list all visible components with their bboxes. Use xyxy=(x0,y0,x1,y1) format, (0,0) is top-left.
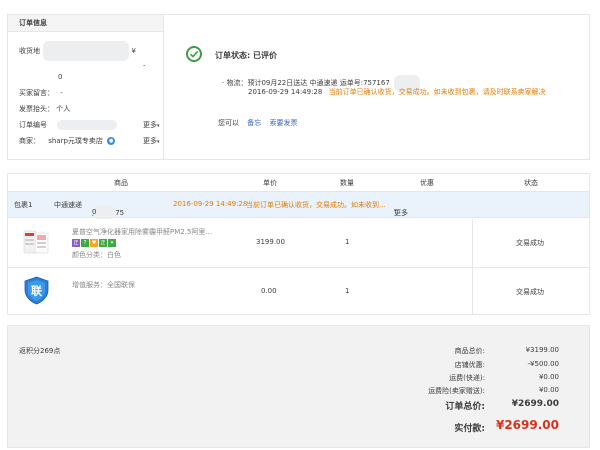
order-number-redacted xyxy=(57,120,118,130)
actions-row: 您可以 备忘 索要发票 xyxy=(218,118,297,128)
address-zero: 0 xyxy=(58,73,63,81)
buyer-message-label: 买家留言： xyxy=(19,89,54,97)
service-name: 增值服务：全国联保 xyxy=(72,281,135,289)
address-label: 收货地 xyxy=(19,47,40,55)
table-row: 联 增值服务：全国联保 0.00 1 交易成功 xyxy=(8,267,589,315)
seller-more-link[interactable]: 更多▾ xyxy=(143,136,160,146)
shop-discount-value: -¥500.00 xyxy=(527,360,559,368)
package-carrier: 中通速递 xyxy=(54,201,82,209)
logistics-notice: 当前订单已确认收货，交易成功。如未收到包裹，请及时联系卖家解决 xyxy=(328,88,546,96)
order-status-panel: 订单状态: 已评价 · 物流：预计09月22日送达 中通速递 运单号:75716… xyxy=(164,14,590,160)
product-thumbnail[interactable] xyxy=(21,227,52,258)
quantity: 1 xyxy=(345,238,350,246)
tag-authentic-icon: 正 xyxy=(72,239,80,247)
tag-genuine-icon: 正 xyxy=(99,239,107,247)
invoice-row: 发票抬头： 个人 xyxy=(19,104,70,114)
reward-points: 返积分269点 xyxy=(19,347,61,355)
seller-label: 商家： xyxy=(19,137,40,145)
warranty-shield-icon: 联 xyxy=(21,275,52,306)
col-header-discount: 优惠 xyxy=(420,179,434,187)
paid-amount-value: ¥2699.00 xyxy=(495,418,559,432)
trade-status: 交易成功 xyxy=(516,288,544,296)
unit-price: 0.00 xyxy=(261,287,277,295)
col-header-status: 状态 xyxy=(524,179,538,187)
tag-heart-icon: ♥ xyxy=(90,239,98,247)
shop-discount-label: 店铺优惠: xyxy=(454,361,485,369)
order-more-label: 更多 xyxy=(143,121,157,129)
seller-row: 商家： sharp元璞专卖店 ● xyxy=(19,136,116,146)
package-time: 2016-09-29 14:49:28 xyxy=(173,200,248,208)
shipping-label: 运费(快递): xyxy=(449,374,485,382)
logistics-text: · 物流：预计09月22日送达 中通速递 运单号:757167 xyxy=(222,79,390,87)
warranty-badge-label: 联 xyxy=(31,284,42,298)
col-header-price: 单价 xyxy=(263,179,277,187)
order-number-label: 订单编号 xyxy=(19,121,47,129)
address-row: 收货地 ¥ xyxy=(19,41,136,61)
logistics-time: 2016-09-29 14:49:28 xyxy=(248,88,323,96)
buyer-message-row: 买家留言： - xyxy=(19,88,63,98)
logistics-update: 2016-09-29 14:49:28 当前订单已确认收货，交易成功。如未收到包… xyxy=(248,87,546,97)
order-number-row: 订单编号 xyxy=(19,120,118,130)
order-totals-panel: 返积分269点 商品总价: ¥3199.00 店铺优惠: -¥500.00 运费… xyxy=(7,325,590,448)
shipping-insurance-value: ¥0.00 xyxy=(538,386,559,394)
you-can-label: 您可以 xyxy=(218,119,239,127)
quantity: 1 xyxy=(345,287,350,295)
invoice-label: 发票抬头： xyxy=(19,105,54,113)
order-status-title: 订单状态: 已评价 xyxy=(215,51,277,60)
shipping-value: ¥0.00 xyxy=(538,373,559,381)
tag-service-icon: ✦ xyxy=(108,239,116,247)
product-tags: 正 7 ♥ 正 ✦ xyxy=(72,238,117,247)
order-items-table: 商品 单价 数量 优惠 状态 包裹1 中通速递 运单号 750 2016-09-… xyxy=(7,173,590,315)
trade-status: 交易成功 xyxy=(516,239,544,247)
package-label: 包裹1 xyxy=(14,201,33,209)
product-name-link[interactable]: 夏普空气净化器家用除雾霾甲醛PM2.5阿里... xyxy=(72,227,212,237)
order-total-label: 订单总价: xyxy=(445,402,485,412)
package-tracking-tail: 0 xyxy=(92,208,97,216)
address-suffix: ¥ xyxy=(131,47,136,55)
buyer-message-value: - xyxy=(60,89,63,97)
chevron-down-icon: ▾ xyxy=(394,208,397,214)
chevron-down-icon: ▾ xyxy=(157,139,160,145)
col-header-product: 商品 xyxy=(114,179,128,187)
chevron-down-icon: ▾ xyxy=(157,123,160,129)
unit-price: 3199.00 xyxy=(256,238,285,246)
seller-more-label: 更多 xyxy=(143,137,157,145)
memo-link[interactable]: 备忘 xyxy=(247,119,261,127)
wangwang-chat-icon[interactable]: ● xyxy=(107,137,116,145)
table-row: 夏普空气净化器家用除雾霾甲醛PM2.5阿里... 正 7 ♥ 正 ✦ 颜色分类：白色 3… xyxy=(8,219,589,267)
order-total-value: ¥2699.00 xyxy=(511,399,559,409)
request-invoice-link[interactable]: 索要发票 xyxy=(269,119,297,127)
invoice-value: 个人 xyxy=(56,105,71,113)
address-redacted xyxy=(43,41,130,61)
package-notice: 当前订单已确认收货，交易成功。如未收到... xyxy=(246,201,386,209)
order-info-header: 订单信息 xyxy=(8,15,163,32)
product-color-variant: 颜色分类：白色 xyxy=(72,251,121,259)
tag-7day-return-icon: 7 xyxy=(81,239,89,247)
col-header-quantity: 数量 xyxy=(340,179,354,187)
address-dash: - xyxy=(143,62,146,70)
paid-amount-label: 实付款: xyxy=(454,424,485,434)
package-bar: 包裹1 中通速递 运单号 750 2016-09-29 14:49:28 当前订… xyxy=(8,191,589,219)
goods-total-label: 商品总价: xyxy=(454,347,485,355)
shipping-insurance-link[interactable]: 运费险(卖家赠送): xyxy=(428,386,485,396)
check-circle-icon xyxy=(186,46,202,62)
seller-name[interactable]: sharp元璞专卖店 xyxy=(48,137,103,145)
goods-total-value: ¥3199.00 xyxy=(525,346,559,354)
order-more-link[interactable]: 更多▾ xyxy=(143,120,160,130)
order-info-panel: 订单信息 收货地 ¥ - 0 买家留言： - 发票抬头： 个人 订单编号 更多▾… xyxy=(7,14,164,160)
